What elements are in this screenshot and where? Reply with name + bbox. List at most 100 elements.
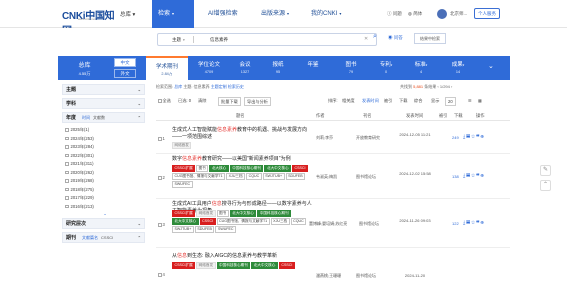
help-link[interactable]: ⓘ 问题 bbox=[387, 11, 402, 17]
row-index[interactable]: 1 bbox=[158, 136, 165, 141]
crumb-history[interactable]: 检索历史 bbox=[228, 84, 244, 89]
row-index[interactable]: 4 bbox=[158, 272, 165, 277]
grid-view-icon[interactable]: ▦ bbox=[478, 95, 482, 106]
expand-chevron-icon[interactable]: ⌄ bbox=[488, 62, 494, 70]
tab-theses[interactable]: 学位论文 4709 bbox=[191, 56, 227, 80]
tab-newspapers[interactable]: 报纸 95 bbox=[263, 56, 293, 80]
more-icon[interactable]: ⊕ bbox=[480, 220, 484, 226]
more-icon[interactable]: ⊕ bbox=[480, 134, 484, 140]
export-analysis-button[interactable]: 导出与分析 bbox=[244, 97, 271, 106]
year-option[interactable]: 2021年(311) bbox=[65, 160, 145, 169]
source[interactable]: 图书馆论坛 bbox=[356, 174, 376, 180]
author[interactable]: 董博峰;晏培娟;苏红亮 bbox=[309, 221, 357, 227]
row-index[interactable]: 3 bbox=[158, 222, 165, 227]
year-option[interactable]: 2025年(1) bbox=[65, 126, 145, 135]
more-icon[interactable]: ⊕ bbox=[480, 173, 484, 179]
language-switch[interactable]: ◍ 简体 bbox=[408, 11, 422, 17]
cnki-logo[interactable]: CNKi中国知网 www.cnki.net bbox=[62, 7, 120, 37]
tab-total[interactable]: 总库 4.55万 bbox=[58, 56, 111, 80]
year-option[interactable]: 2016年(213) bbox=[65, 203, 145, 212]
checkbox[interactable] bbox=[65, 187, 69, 191]
checkbox[interactable] bbox=[158, 223, 162, 227]
author[interactable]: 刘莉;李莎 bbox=[316, 135, 333, 141]
sort-date[interactable]: 发表时间 bbox=[362, 95, 379, 106]
nav-search[interactable]: 检索 ▾ bbox=[152, 0, 194, 28]
checkbox[interactable] bbox=[65, 179, 69, 183]
nav-ai-search[interactable]: AI增强检索 bbox=[202, 0, 244, 28]
avatar[interactable] bbox=[437, 9, 447, 19]
lang-chinese-toggle[interactable]: 中文 bbox=[114, 58, 136, 67]
back-to-top-icon[interactable]: ⌃ bbox=[540, 180, 551, 191]
tab-books[interactable]: 图书 79 bbox=[336, 56, 366, 80]
checkbox[interactable] bbox=[65, 204, 69, 208]
source[interactable]: 图书馆论坛 bbox=[359, 221, 379, 227]
tab-achievements[interactable]: 成果▾ 14 bbox=[443, 56, 473, 80]
sort-cited[interactable]: 被引 bbox=[384, 95, 392, 106]
tab-standards[interactable]: 标准▾ 4 bbox=[406, 56, 436, 80]
checkbox[interactable] bbox=[65, 153, 69, 157]
year-option[interactable]: 2022年(301) bbox=[65, 152, 145, 161]
filter-research-level[interactable]: 研究层次 ⌄ bbox=[62, 218, 145, 229]
list-view-icon[interactable]: ☰ bbox=[468, 95, 472, 106]
crumb-customize[interactable]: 主题定制 bbox=[211, 84, 227, 89]
search-input[interactable]: 信息素养 bbox=[210, 34, 228, 45]
year-option[interactable]: 2018年(275) bbox=[65, 186, 145, 195]
filter-subject[interactable]: 学科 ⌄ bbox=[62, 98, 145, 109]
personal-service-button[interactable]: 个人服务 bbox=[474, 8, 500, 19]
tab-patents[interactable]: 专利▾ 0 bbox=[371, 56, 401, 80]
result-title[interactable]: 从信息到生态: 融入AIGC的信息素养与教学革新 bbox=[172, 253, 312, 260]
year-option[interactable]: 2017年(229) bbox=[65, 194, 145, 203]
author[interactable]: 潘燕桃;王珊珊 bbox=[316, 273, 341, 279]
year-option[interactable]: 2023年(284) bbox=[65, 143, 145, 152]
year-option[interactable]: 2019年(268) bbox=[65, 177, 145, 186]
user-name[interactable]: 北京师... bbox=[450, 11, 467, 17]
checkbox[interactable] bbox=[65, 145, 69, 149]
nav-sources[interactable]: 出版来源 ▾ bbox=[255, 0, 295, 28]
chevron-down-icon[interactable]: ⌄ bbox=[65, 211, 145, 218]
search-in-results-button[interactable]: 结果中检索 bbox=[414, 33, 446, 44]
feedback-icon[interactable]: ✎ bbox=[540, 165, 551, 176]
clear-icon[interactable]: ✕ bbox=[364, 34, 368, 45]
checkbox[interactable] bbox=[158, 137, 162, 141]
search-icon[interactable]: ⌕ bbox=[373, 33, 383, 46]
filter-year[interactable]: 年度 时间 文献数 ⌃ bbox=[62, 112, 145, 123]
batch-download-button[interactable]: 批量下载 bbox=[218, 97, 241, 106]
checkbox[interactable] bbox=[65, 136, 69, 140]
select-all[interactable]: 全选 bbox=[158, 95, 171, 106]
checkbox[interactable] bbox=[158, 273, 162, 277]
source[interactable]: 图书馆论坛 bbox=[356, 273, 376, 279]
checkbox[interactable] bbox=[65, 162, 69, 166]
sort-relevance[interactable]: 相关度 bbox=[342, 95, 355, 106]
nav-my-cnki[interactable]: 我的CNKI ▾ bbox=[305, 0, 347, 28]
prev-page-icon[interactable]: ‹ bbox=[437, 84, 438, 89]
filter-journal[interactable]: 期刊 文献篇名 CSSCI ⌃ bbox=[62, 232, 145, 243]
year-option[interactable]: 2024年(253) bbox=[65, 135, 145, 144]
tab-conferences[interactable]: 会议 1327 bbox=[230, 56, 260, 80]
lang-foreign-toggle[interactable]: 外文 bbox=[114, 69, 136, 78]
result-title[interactable]: 生成式人工智能赋能信息素养教育中的机遇、挑战与发展方向——一项范围综述 bbox=[172, 127, 312, 141]
question-icon: ⓘ bbox=[387, 11, 392, 16]
author[interactable]: 韦淑英;梅凯 bbox=[316, 174, 337, 180]
row-index[interactable]: 2 bbox=[158, 175, 165, 180]
filter-topic[interactable]: 主题 ⌄ bbox=[62, 84, 145, 95]
checkbox[interactable] bbox=[65, 170, 69, 174]
source[interactable]: 开放教育研究 bbox=[356, 135, 380, 141]
checkbox[interactable] bbox=[158, 99, 162, 103]
sort-download[interactable]: 下载 bbox=[399, 95, 407, 106]
row-actions: ⤓▤☆❝⊕ bbox=[463, 220, 485, 226]
tab-journals[interactable]: 学术期刊 2.84万 bbox=[146, 56, 188, 80]
clear-button[interactable]: 清除 bbox=[198, 95, 206, 106]
next-page-icon[interactable]: › bbox=[451, 84, 452, 89]
crumb-scope[interactable]: 总库 bbox=[174, 84, 182, 89]
ai-answer-button[interactable]: ◉ 问答 bbox=[388, 35, 403, 41]
checkbox[interactable] bbox=[158, 176, 162, 180]
year-option[interactable]: 2020年(262) bbox=[65, 169, 145, 178]
tab-yearbooks[interactable]: 年鉴 bbox=[298, 56, 328, 80]
search-field-select[interactable]: 主题 ▾ bbox=[158, 34, 193, 45]
sort-comprehensive[interactable]: 综合 bbox=[414, 95, 422, 106]
nav-home[interactable]: 总库 ▾ bbox=[120, 10, 135, 18]
checkbox[interactable] bbox=[65, 128, 69, 132]
page-size-select[interactable]: 20 bbox=[445, 97, 456, 106]
result-title[interactable]: 数字信息素养教育研究——以美国"新闻素养项目"为例 bbox=[172, 156, 312, 163]
checkbox[interactable] bbox=[65, 196, 69, 200]
